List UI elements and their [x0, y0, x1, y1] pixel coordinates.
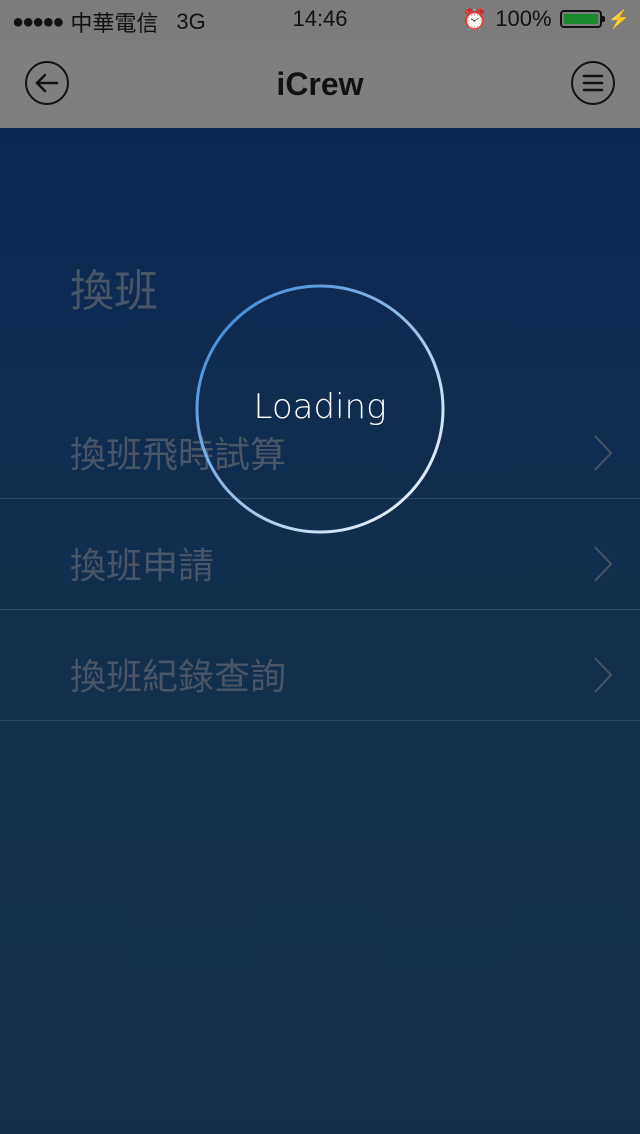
- battery-level-fill: [563, 14, 598, 24]
- status-right: ⏰ 100% ⚡: [462, 6, 630, 32]
- hamburger-menu-icon: [582, 74, 604, 92]
- alarm-clock-icon: ⏰: [462, 8, 488, 31]
- menu-button[interactable]: [571, 61, 615, 105]
- menu-item-label: 換班申請: [70, 546, 215, 587]
- charging-bolt-icon: ⚡: [607, 8, 630, 29]
- section-title: 換班: [70, 266, 158, 317]
- page-title: iCrew: [276, 66, 364, 102]
- status-bar: ●●●●● 中華電信 3G 14:46 ⏰ 100% ⚡: [0, 0, 640, 40]
- chevron-right-icon: [594, 435, 613, 471]
- menu-item-label: 換班紀錄查詢: [70, 657, 287, 698]
- chevron-right-icon: [594, 657, 613, 693]
- loading-text: Loading: [253, 387, 387, 427]
- chevron-right-icon: [594, 546, 613, 582]
- battery-icon: [559, 10, 605, 28]
- menu-item-shift-record-query[interactable]: 換班紀錄查詢: [0, 610, 640, 721]
- battery-percent: 100%: [495, 6, 552, 31]
- nav-bar: iCrew: [0, 40, 640, 128]
